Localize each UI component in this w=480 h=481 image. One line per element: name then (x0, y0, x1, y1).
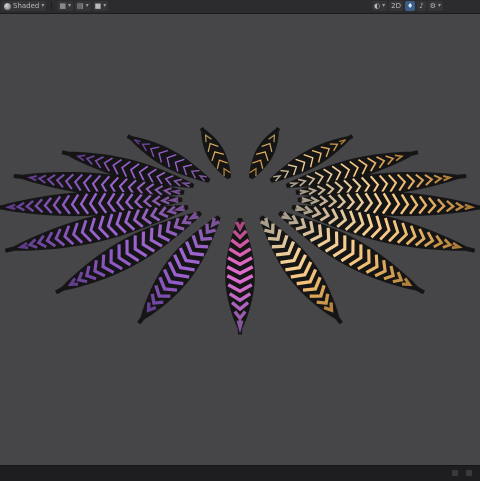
gizmos-icon: ⚙ (429, 2, 436, 10)
effects-button[interactable]: ◐ ▾ (372, 1, 388, 11)
shading-mode-icon (4, 2, 11, 10)
feather (225, 218, 255, 335)
gizmos-button[interactable]: ⚙ ▾ (427, 1, 444, 11)
status-indicator (466, 470, 472, 476)
gizmo-button[interactable]: ▤ ▾ (75, 1, 91, 11)
view-2d-toggle[interactable]: 2D (389, 1, 403, 11)
camera-button[interactable]: ■ ▾ (92, 1, 109, 11)
lighting-icon: ♦ (406, 2, 414, 10)
chevron-down-icon: ▾ (68, 2, 72, 9)
feather (199, 127, 232, 180)
lighting-toggle[interactable]: ♦ (404, 1, 416, 11)
chevron-down-icon: ▾ (438, 2, 442, 9)
toolbar-separator (51, 1, 53, 11)
scene-viewport[interactable] (0, 13, 480, 465)
gizmo-icon: ▤ (77, 2, 84, 10)
chevron-down-icon: ▾ (103, 2, 107, 9)
shading-mode-dropdown[interactable]: Shaded ▾ (2, 1, 47, 11)
camera-icon: ■ (94, 2, 102, 10)
scene-canvas (0, 127, 480, 335)
feather-outline (248, 127, 281, 180)
feather-chevron (236, 320, 244, 334)
radial-feather-array[interactable] (0, 127, 480, 335)
status-bar (0, 465, 480, 481)
status-indicator (452, 470, 458, 476)
audio-icon: ♪ (419, 2, 424, 10)
audio-toggle[interactable]: ♪ (417, 1, 426, 11)
draw-mode-button[interactable]: ▦ ▾ (57, 1, 74, 11)
feather (248, 127, 281, 180)
chevron-down-icon: ▾ (41, 2, 45, 9)
draw-mode-icon: ▦ (59, 2, 67, 10)
view-2d-label: 2D (391, 2, 401, 10)
feather-outline (199, 127, 232, 180)
chevron-down-icon: ▾ (85, 2, 89, 9)
chevron-down-icon: ▾ (382, 2, 386, 9)
effects-icon: ◐ (374, 2, 381, 10)
scene-view-toolbar: Shaded ▾ ▦ ▾ ▤ ▾ ■ ▾ ◐ ▾ 2D ♦ ♪ ⚙ ▾ (0, 0, 480, 14)
shading-mode-label: Shaded (13, 2, 40, 10)
